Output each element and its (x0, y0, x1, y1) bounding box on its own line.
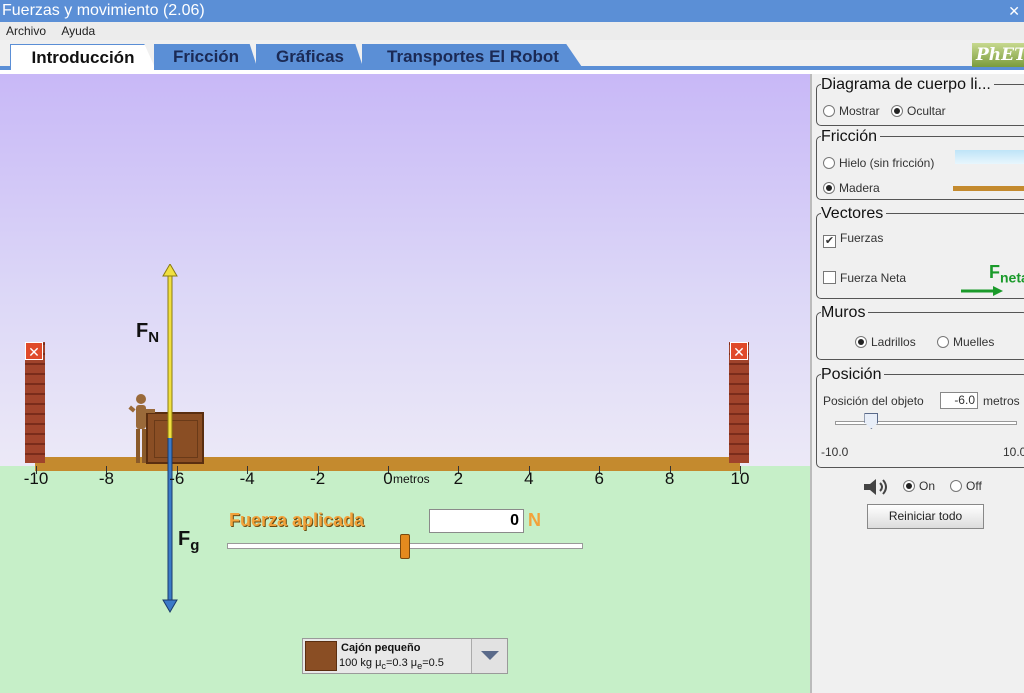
axis-tick-label: -4 (239, 469, 255, 488)
fneta-label: Fneta (989, 262, 1024, 286)
posicion-slider-thumb[interactable] (864, 413, 879, 429)
sky-background (0, 74, 810, 466)
fbd-ocultar-option[interactable]: Ocultar (891, 104, 946, 118)
applied-force-unit: N (528, 510, 541, 530)
axis-tick-label: 6 (594, 469, 604, 488)
reset-all-button[interactable]: Reiniciar todo (867, 504, 984, 529)
vectores-title: Vectores (821, 205, 887, 223)
muros-ladrillos-option[interactable]: Ladrillos (855, 335, 916, 349)
fuerzas-checkbox-option[interactable]: ✔ Fuerzas (823, 231, 883, 248)
normal-force-label: FN (136, 320, 160, 346)
radio-madera[interactable] (823, 182, 835, 194)
gravity-force-sub: g (190, 537, 200, 554)
object-properties: 100 kg μc=0.3 μe=0.5 (339, 657, 444, 672)
vectores-group: Vectores ✔Fuerzas Fuerza Neta Fneta (816, 205, 1024, 299)
phet-logo: PhET (972, 43, 1024, 67)
fbd-group: Diagrama de cuerpo li... Mostrar Ocultar (816, 76, 1024, 126)
window-title: Fuerzas y movimiento (2.06) (2, 2, 205, 19)
tab-transportes[interactable]: Transportes El Robot (362, 44, 584, 70)
tab-bar: Introducción Fricción Gráficas Transport… (0, 40, 1024, 70)
axis-tick-label: 10 (730, 469, 750, 488)
speaker-icon (864, 479, 887, 495)
radio-sound-off[interactable] (950, 480, 962, 492)
axis-tick-label: -8 (98, 469, 114, 488)
sound-off-option[interactable]: Off (950, 479, 982, 493)
posicion-max: 10.0 (1003, 445, 1024, 459)
radio-ladrillos[interactable] (855, 336, 867, 348)
radio-muelles[interactable] (937, 336, 949, 348)
fbd-title: Diagrama de cuerpo li... (821, 76, 994, 94)
radio-ocultar[interactable] (891, 105, 903, 117)
posicion-input[interactable]: -6.0 (940, 392, 978, 409)
fuerza-neta-checkbox-option[interactable]: Fuerza Neta (823, 271, 906, 285)
object-selector[interactable]: Cajón pequeño 100 kg μc=0.3 μe=0.5 (302, 638, 508, 674)
posicion-slider-track[interactable] (835, 421, 1017, 425)
fbd-mostrar-option[interactable]: Mostrar (823, 104, 880, 118)
axis-unit-label: metros (393, 472, 430, 486)
tab-introduccion[interactable]: Introducción (10, 44, 156, 70)
window-title-bar: Fuerzas y movimiento (2.06) ✕ (0, 0, 1024, 22)
posicion-unit: metros (983, 394, 1020, 408)
ice-swatch (955, 150, 1024, 164)
axis-tick-label: 8 (664, 469, 675, 488)
friccion-title: Fricción (821, 128, 881, 146)
fneta-arrow-icon (961, 286, 1003, 296)
tab-friccion[interactable]: Fricción (154, 44, 258, 70)
applied-force-slider-thumb[interactable] (400, 534, 410, 559)
crate-thumbnail-icon (305, 641, 337, 671)
object-name: Cajón pequeño (341, 642, 421, 654)
force-vectors (162, 264, 178, 613)
axis-tick-label: 2 (453, 469, 464, 488)
friccion-group: Fricción Hielo (sin fricción) Madera (816, 128, 1024, 200)
muros-muelles-option[interactable]: Muelles (937, 335, 994, 349)
gravity-force-label: Fg (178, 528, 200, 554)
axis-tick-label: 0 (383, 469, 393, 488)
radio-sound-on[interactable] (903, 480, 915, 492)
applied-force-label: Fuerza aplicada (229, 510, 365, 530)
axis-tick-label: 4 (524, 469, 534, 488)
applied-force-input[interactable]: 0 (429, 509, 524, 533)
axis-tick-label: -2 (310, 469, 326, 488)
menu-archivo[interactable]: Archivo (0, 22, 52, 40)
posicion-label: Posición del objeto (823, 394, 924, 408)
fuerza-neta-checkbox[interactable] (823, 271, 836, 284)
posicion-min: -10.0 (821, 445, 849, 459)
axis-tick-label: -6 (169, 469, 185, 488)
axis-tick-label: -10 (23, 469, 49, 488)
wooden-figure-icon (128, 394, 155, 463)
menu-ayuda[interactable]: Ayuda (55, 22, 101, 40)
control-panel: Diagrama de cuerpo li... Mostrar Ocultar… (810, 74, 1024, 693)
muros-group: Muros Ladrillos Muelles (816, 304, 1024, 360)
radio-mostrar[interactable] (823, 105, 835, 117)
dropdown-arrow-icon[interactable] (471, 639, 507, 673)
wood-swatch (953, 186, 1024, 191)
fuerzas-checkbox[interactable]: ✔ (823, 235, 836, 248)
play-area: metros ✕ ✕ FN Fg Fuerza aplicada 0 N Caj… (0, 74, 810, 693)
close-icon[interactable]: ✕ (1008, 0, 1020, 22)
normal-force-sub: N (148, 329, 160, 346)
friccion-hielo-option[interactable]: Hielo (sin fricción) (823, 156, 934, 170)
tab-graficas[interactable]: Gráficas (256, 44, 364, 70)
posicion-title: Posición (821, 366, 885, 384)
muros-title: Muros (821, 304, 869, 322)
posicion-group: Posición Posición del objeto -6.0 metros… (816, 366, 1024, 468)
friccion-madera-option[interactable]: Madera (823, 181, 880, 195)
menu-bar: Archivo Ayuda (0, 22, 1024, 40)
sound-on-option[interactable]: On (903, 479, 935, 493)
right-wall-close-icon[interactable]: ✕ (730, 342, 748, 360)
radio-hielo[interactable] (823, 157, 835, 169)
left-wall-close-icon[interactable]: ✕ (25, 342, 43, 360)
